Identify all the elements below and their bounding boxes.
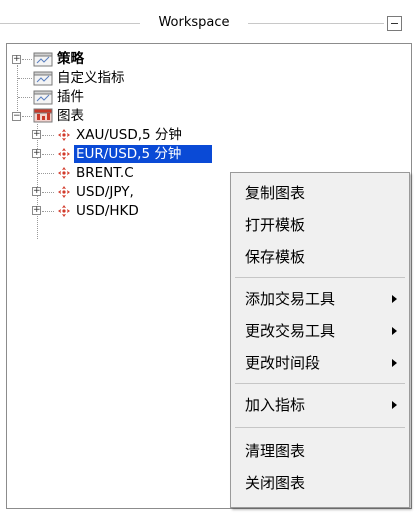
menu-item-label: 保存模板 — [245, 248, 306, 266]
menu-item-change-instrument[interactable]: 更改交易工具 — [231, 319, 409, 343]
expand-usdjpy-icon[interactable]: + — [32, 187, 41, 196]
menu-separator — [235, 277, 405, 278]
chart-symbol-icon — [58, 129, 70, 141]
tree-item-label: USD/JPY, — [76, 184, 134, 200]
tree-item-label: 图表 — [57, 108, 84, 124]
tree-item-label: USD/HKD — [76, 203, 139, 219]
submenu-arrow-icon — [392, 327, 397, 335]
tree-line — [22, 59, 32, 60]
submenu-arrow-icon — [392, 401, 397, 409]
folder-icon — [33, 90, 53, 105]
tree-line — [22, 116, 32, 117]
expand-strategies-icon[interactable]: + — [12, 55, 21, 64]
chart-symbol-icon — [58, 167, 70, 179]
folder-icon — [33, 71, 53, 86]
tree-item-label: 插件 — [57, 89, 84, 105]
expand-usdhkd-icon[interactable]: + — [32, 206, 41, 215]
menu-separator — [235, 383, 405, 384]
tree-item-label: EUR/USD,5 分钟 — [76, 146, 182, 162]
menu-item-label: 更改时间段 — [245, 354, 321, 372]
menu-item-add-instrument[interactable]: 添加交易工具 — [231, 287, 409, 311]
menu-item-clear-chart[interactable]: 清理图表 — [231, 439, 409, 463]
menu-item-label: 打开模板 — [245, 216, 306, 234]
menu-item-add-indicator[interactable]: 加入指标 — [231, 393, 409, 417]
workspace-panel: Workspace + 策略 自定义指标 插件 − 图表 + XAU/USD,5… — [0, 0, 419, 516]
tree-item-label: 策略 — [57, 51, 84, 67]
tree-line — [42, 154, 54, 155]
menu-item-copy-chart[interactable]: 复制图表 — [231, 181, 409, 205]
minimize-button[interactable] — [387, 16, 402, 31]
tree-item-label: XAU/USD,5 分钟 — [76, 127, 182, 143]
tree-line — [42, 135, 54, 136]
panel-title: Workspace — [158, 15, 230, 30]
chart-symbol-icon — [58, 205, 70, 217]
tree-line — [18, 78, 32, 79]
menu-item-label: 清理图表 — [245, 442, 306, 460]
title-divider-left — [0, 23, 140, 24]
context-menu: 复制图表 打开模板 保存模板 添加交易工具 更改交易工具 更改时间段 加入指标 … — [230, 172, 410, 508]
tree-line — [38, 173, 54, 174]
submenu-arrow-icon — [392, 359, 397, 367]
tree-item-label: 自定义指标 — [57, 70, 125, 86]
menu-item-save-template[interactable]: 保存模板 — [231, 245, 409, 269]
tree-line — [42, 211, 54, 212]
menu-separator — [235, 427, 405, 428]
tree-item-label: BRENT.C — [76, 165, 134, 181]
menu-item-close-chart[interactable]: 关闭图表 — [231, 471, 409, 495]
chart-symbol-icon — [58, 148, 70, 160]
menu-item-open-template[interactable]: 打开模板 — [231, 213, 409, 237]
expand-eurusd-icon[interactable]: + — [32, 149, 41, 158]
menu-item-label: 更改交易工具 — [245, 322, 336, 340]
charts-folder-icon — [33, 108, 53, 123]
submenu-arrow-icon — [392, 295, 397, 303]
expand-xauusd-icon[interactable]: + — [32, 130, 41, 139]
menu-item-label: 复制图表 — [245, 184, 306, 202]
tree-line — [42, 192, 54, 193]
menu-item-label: 关闭图表 — [245, 474, 306, 492]
collapse-charts-icon[interactable]: − — [12, 112, 21, 121]
menu-item-label: 添加交易工具 — [245, 290, 336, 308]
chart-symbol-icon — [58, 186, 70, 198]
tree-line — [37, 124, 38, 239]
title-divider-right — [248, 23, 384, 24]
menu-item-label: 加入指标 — [245, 396, 306, 414]
tree-line — [18, 97, 32, 98]
tree-item-eurusd[interactable]: EUR/USD,5 分钟 — [73, 144, 213, 164]
menu-item-change-timeframe[interactable]: 更改时间段 — [231, 351, 409, 375]
folder-icon — [33, 52, 53, 67]
